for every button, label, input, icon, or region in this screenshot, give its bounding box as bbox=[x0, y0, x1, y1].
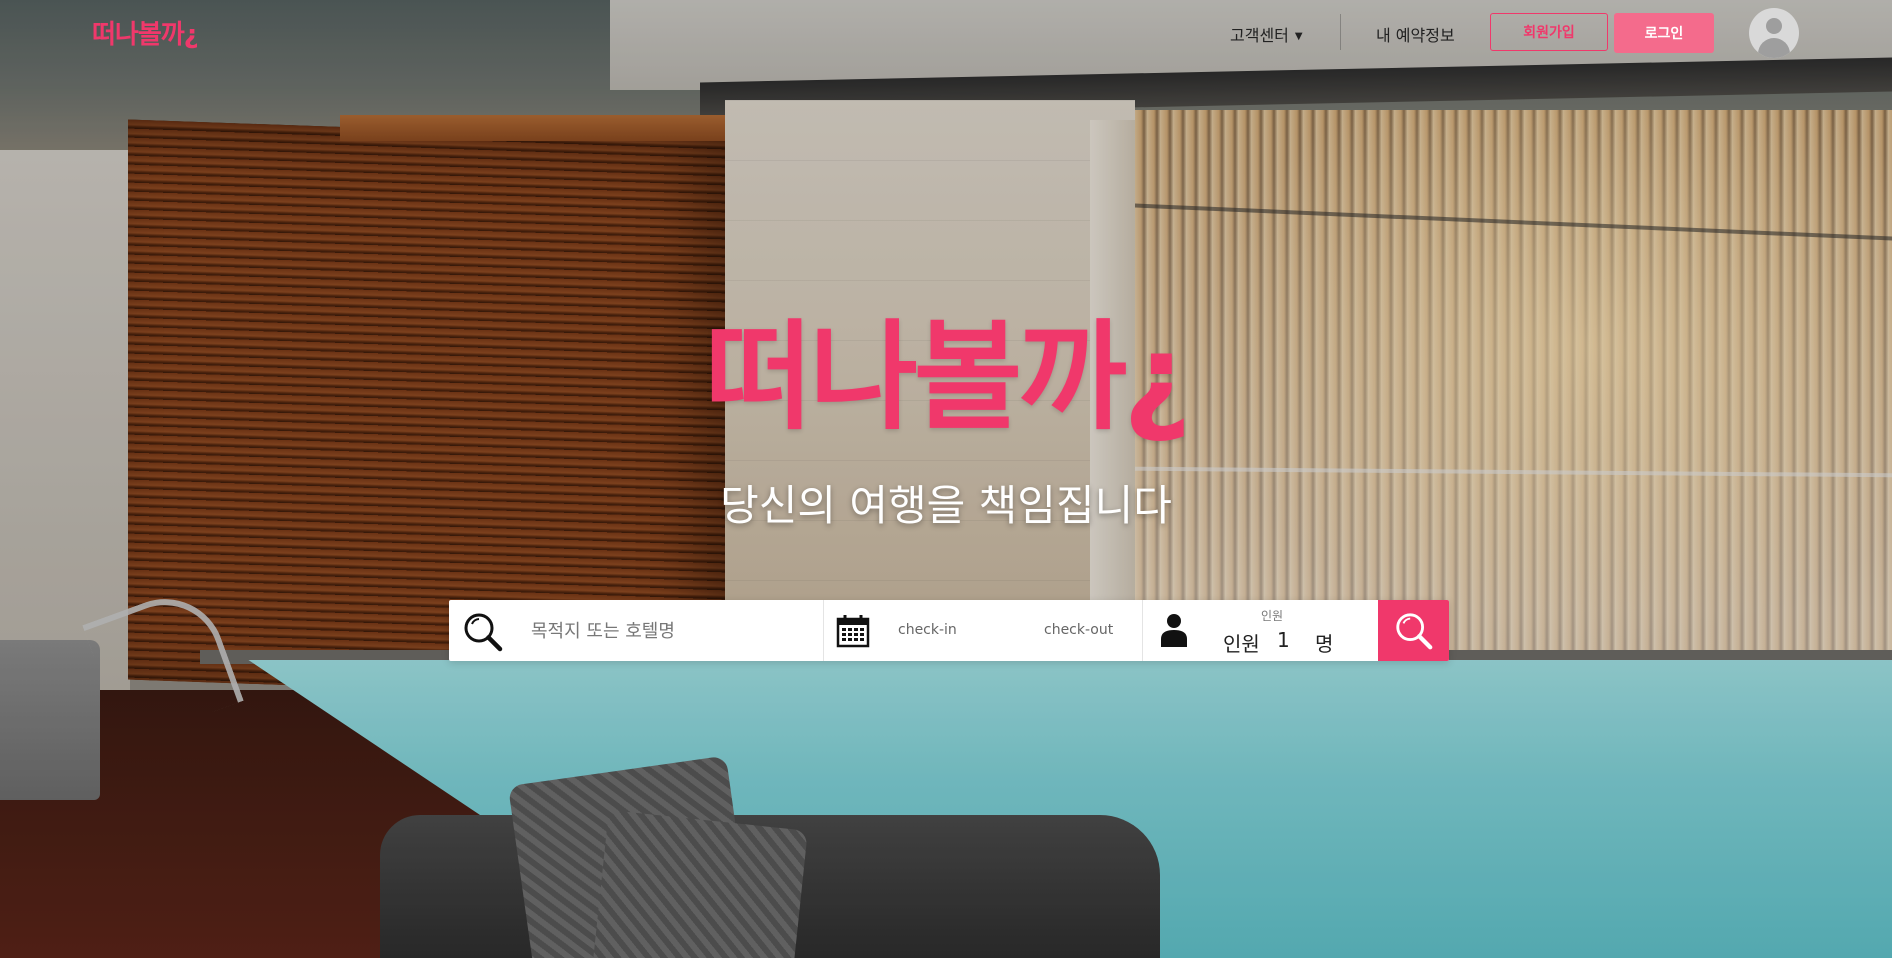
guest-segment: 인원 인원 1 명 bbox=[1143, 600, 1378, 661]
destination-input[interactable] bbox=[529, 616, 803, 646]
nav-my-booking[interactable]: 내 예약정보 bbox=[1376, 22, 1455, 46]
hero-logo: 떠나볼까¿ bbox=[704, 308, 1192, 446]
guest-unit: 명 bbox=[1315, 632, 1334, 656]
search-submit-button[interactable] bbox=[1378, 600, 1449, 661]
avatar-head bbox=[1766, 18, 1782, 34]
calendar-icon bbox=[836, 615, 870, 648]
date-segment: check-in check-out bbox=[824, 600, 1143, 661]
caret-down-icon: ▼ bbox=[1294, 31, 1303, 42]
hero-section: 떠나볼까¿ 고객센터 ▼ 내 예약정보 회원가입 로그인 떠나볼까¿ 당신의 여행… bbox=[0, 0, 1892, 958]
nav-customer-center[interactable]: 고객센터 ▼ bbox=[1230, 22, 1303, 46]
nav-customer-center-label: 고객센터 bbox=[1230, 26, 1289, 45]
top-header: 떠나볼까¿ 고객센터 ▼ 내 예약정보 회원가입 로그인 bbox=[0, 0, 1892, 66]
guest-label: 인원 bbox=[1223, 632, 1260, 656]
search-icon bbox=[464, 613, 503, 652]
login-button[interactable]: 로그인 bbox=[1614, 13, 1714, 53]
search-bar: check-in check-out 인원 인원 1 명 bbox=[449, 600, 1449, 661]
avatar-body bbox=[1758, 38, 1790, 58]
hero-tagline: 당신의 여행을 책임집니다 bbox=[720, 481, 1172, 530]
nav-divider bbox=[1340, 14, 1341, 50]
site-logo[interactable]: 떠나볼까¿ bbox=[92, 14, 199, 51]
checkin-field[interactable]: check-in bbox=[898, 622, 988, 638]
destination-segment bbox=[449, 600, 824, 661]
guest-caption: 인원 bbox=[1261, 609, 1284, 623]
search-icon bbox=[1396, 613, 1433, 650]
user-avatar-icon[interactable] bbox=[1749, 8, 1799, 58]
person-icon bbox=[1161, 614, 1187, 647]
signup-button[interactable]: 회원가입 bbox=[1490, 13, 1608, 51]
checkout-field[interactable]: check-out bbox=[1044, 622, 1134, 638]
guest-count-input[interactable]: 1 bbox=[1277, 628, 1307, 652]
